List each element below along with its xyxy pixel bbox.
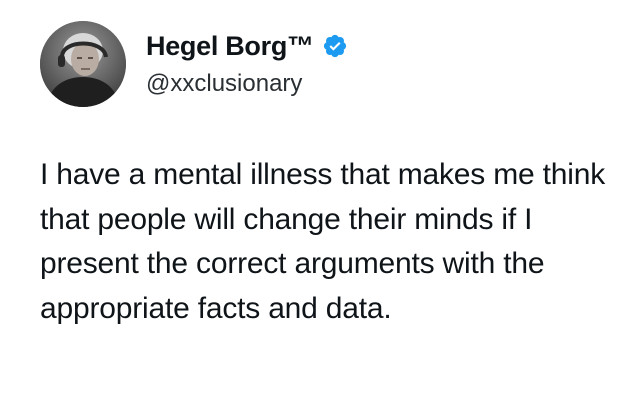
- avatar-photo-icon: [40, 21, 126, 107]
- name-row: Hegel Borg™: [146, 26, 348, 66]
- tweet-text: I have a mental illness that makes me th…: [40, 158, 606, 325]
- verified-badge-icon: [322, 33, 348, 59]
- tweet-card: Hegel Borg™ @xxclusionary I have a menta…: [0, 0, 640, 410]
- author-header: Hegel Borg™ @xxclusionary: [146, 26, 348, 98]
- handle[interactable]: @xxclusionary: [146, 70, 348, 98]
- display-name[interactable]: Hegel Borg™: [146, 31, 314, 62]
- avatar[interactable]: [40, 21, 126, 107]
